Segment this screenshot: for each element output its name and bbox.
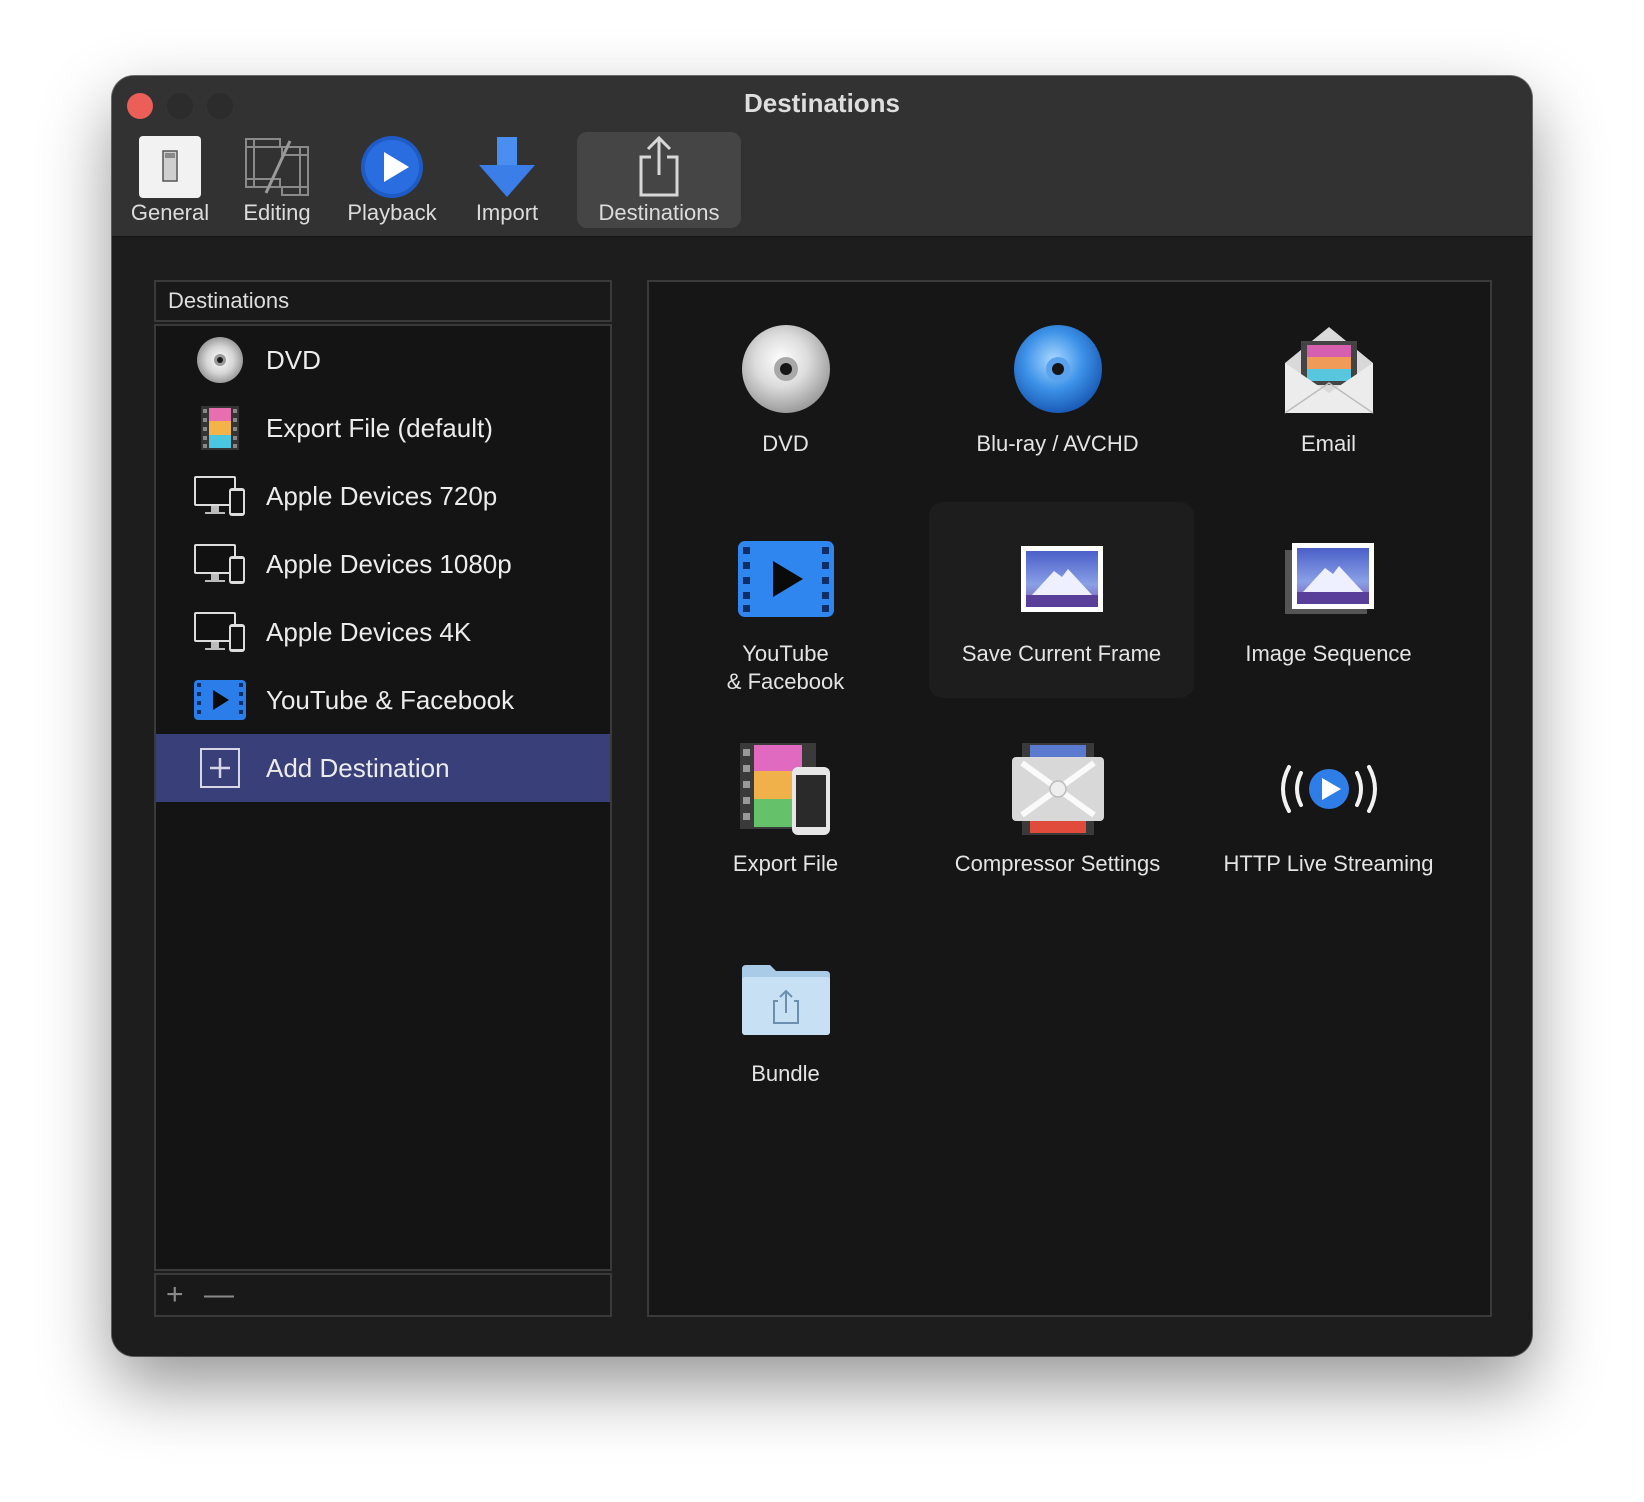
live-streaming-icon [1274, 734, 1384, 844]
grid-item-label: Blu-ray / AVCHD [976, 431, 1139, 456]
export-file-icon [731, 734, 841, 844]
grid-item-bluray[interactable]: Blu-ray / AVCHD [925, 292, 1190, 488]
grid-item-label: DVD [762, 431, 809, 456]
dvd-disc-icon [192, 332, 248, 388]
list-item-label: DVD [266, 344, 321, 375]
tab-playback[interactable]: Playback [334, 132, 450, 228]
list-item-apple-devices-720p[interactable]: Apple Devices 720p [156, 462, 610, 530]
sidebar-footer: + — [154, 1273, 612, 1317]
grid-item-label: HTTP Live Streaming [1223, 851, 1434, 876]
grid-item-label: Email [1300, 431, 1356, 456]
general-switch-icon [135, 132, 205, 202]
grid-item-email[interactable]: Email [1196, 292, 1461, 488]
add-button[interactable]: + [166, 1277, 184, 1313]
dvd-disc-icon [731, 314, 841, 424]
destinations-list[interactable]: DVD Export File (default) Apple Devices … [154, 324, 612, 1271]
youtube-facebook-icon [731, 524, 841, 634]
grid-item-label: Export File [732, 851, 839, 876]
tab-editing[interactable]: Editing [227, 132, 327, 228]
editing-film-icon [242, 132, 312, 202]
apple-devices-icon [192, 536, 248, 592]
tab-general[interactable]: General [120, 132, 220, 228]
list-item-label: Apple Devices 4K [266, 616, 472, 647]
tab-import-label: Import [475, 200, 539, 225]
grid-item-dvd[interactable]: DVD [653, 292, 918, 488]
remove-button[interactable]: — [204, 1277, 234, 1313]
tab-destinations[interactable]: Destinations [577, 132, 741, 228]
grid-item-label: Compressor Settings [954, 851, 1161, 876]
youtube-facebook-icon [192, 672, 248, 728]
apple-devices-icon [192, 468, 248, 524]
window-title: Destinations [743, 88, 901, 118]
grid-item-image-sequence[interactable]: Image Sequence [1196, 502, 1461, 698]
import-arrow-icon [472, 132, 542, 202]
save-frame-icon [1007, 524, 1117, 634]
playback-icon [357, 132, 427, 202]
grid-item-label: Save Current Frame [961, 641, 1162, 666]
preferences-window: Destinations General Editing Playback Im… [112, 76, 1532, 1356]
list-item-label: Export File (default) [266, 412, 493, 443]
grid-item-export-file[interactable]: Export File [653, 712, 918, 908]
list-item-label: Apple Devices 1080p [266, 548, 512, 579]
sidebar-header: Destinations [154, 280, 612, 322]
list-item-add-destination[interactable]: Add Destination [156, 734, 610, 802]
tab-playback-label: Playback [347, 200, 437, 225]
compressor-icon [1003, 734, 1113, 844]
grid-item-label: YouTube & Facebook [726, 641, 845, 694]
list-item-label: Add Destination [266, 752, 450, 783]
titlebar: Destinations General Editing Playback Im… [112, 76, 1532, 237]
list-item-apple-devices-4k[interactable]: Apple Devices 4K [156, 598, 610, 666]
tab-editing-label: Editing [243, 200, 311, 225]
grid-item-save-current-frame[interactable]: Save Current Frame [929, 502, 1194, 698]
tab-import[interactable]: Import [457, 132, 557, 228]
image-sequence-icon [1274, 524, 1384, 634]
tab-destinations-label: Destinations [598, 200, 720, 225]
destinations-grid: DVD Blu-ray / AVCHD Email YouTube & Face… [647, 280, 1492, 1317]
list-item-youtube-facebook[interactable]: YouTube & Facebook [156, 666, 610, 734]
add-destination-icon [192, 740, 248, 796]
list-item-apple-devices-1080p[interactable]: Apple Devices 1080p [156, 530, 610, 598]
share-icon [624, 132, 694, 202]
grid-item-http-live-streaming[interactable]: HTTP Live Streaming [1196, 712, 1461, 908]
apple-devices-icon [192, 604, 248, 660]
list-item-label: Apple Devices 720p [266, 480, 498, 511]
bundle-folder-icon [731, 944, 841, 1054]
grid-item-compressor-settings[interactable]: Compressor Settings [925, 712, 1190, 908]
list-item-dvd[interactable]: DVD [156, 326, 610, 394]
grid-item-label: Image Sequence [1245, 641, 1412, 666]
export-file-icon [192, 400, 248, 456]
grid-item-youtube-facebook[interactable]: YouTube & Facebook [653, 502, 918, 698]
email-envelope-icon [1274, 314, 1384, 424]
grid-item-label: Bundle [751, 1061, 820, 1086]
content-area: Destinations DVD Export File (default) A… [112, 237, 1532, 1356]
list-item-label: YouTube & Facebook [266, 684, 515, 715]
list-item-export-file-default[interactable]: Export File (default) [156, 394, 610, 462]
bluray-disc-icon [1003, 314, 1113, 424]
tab-general-label: General [130, 200, 210, 225]
grid-item-bundle[interactable]: Bundle [653, 922, 918, 1118]
